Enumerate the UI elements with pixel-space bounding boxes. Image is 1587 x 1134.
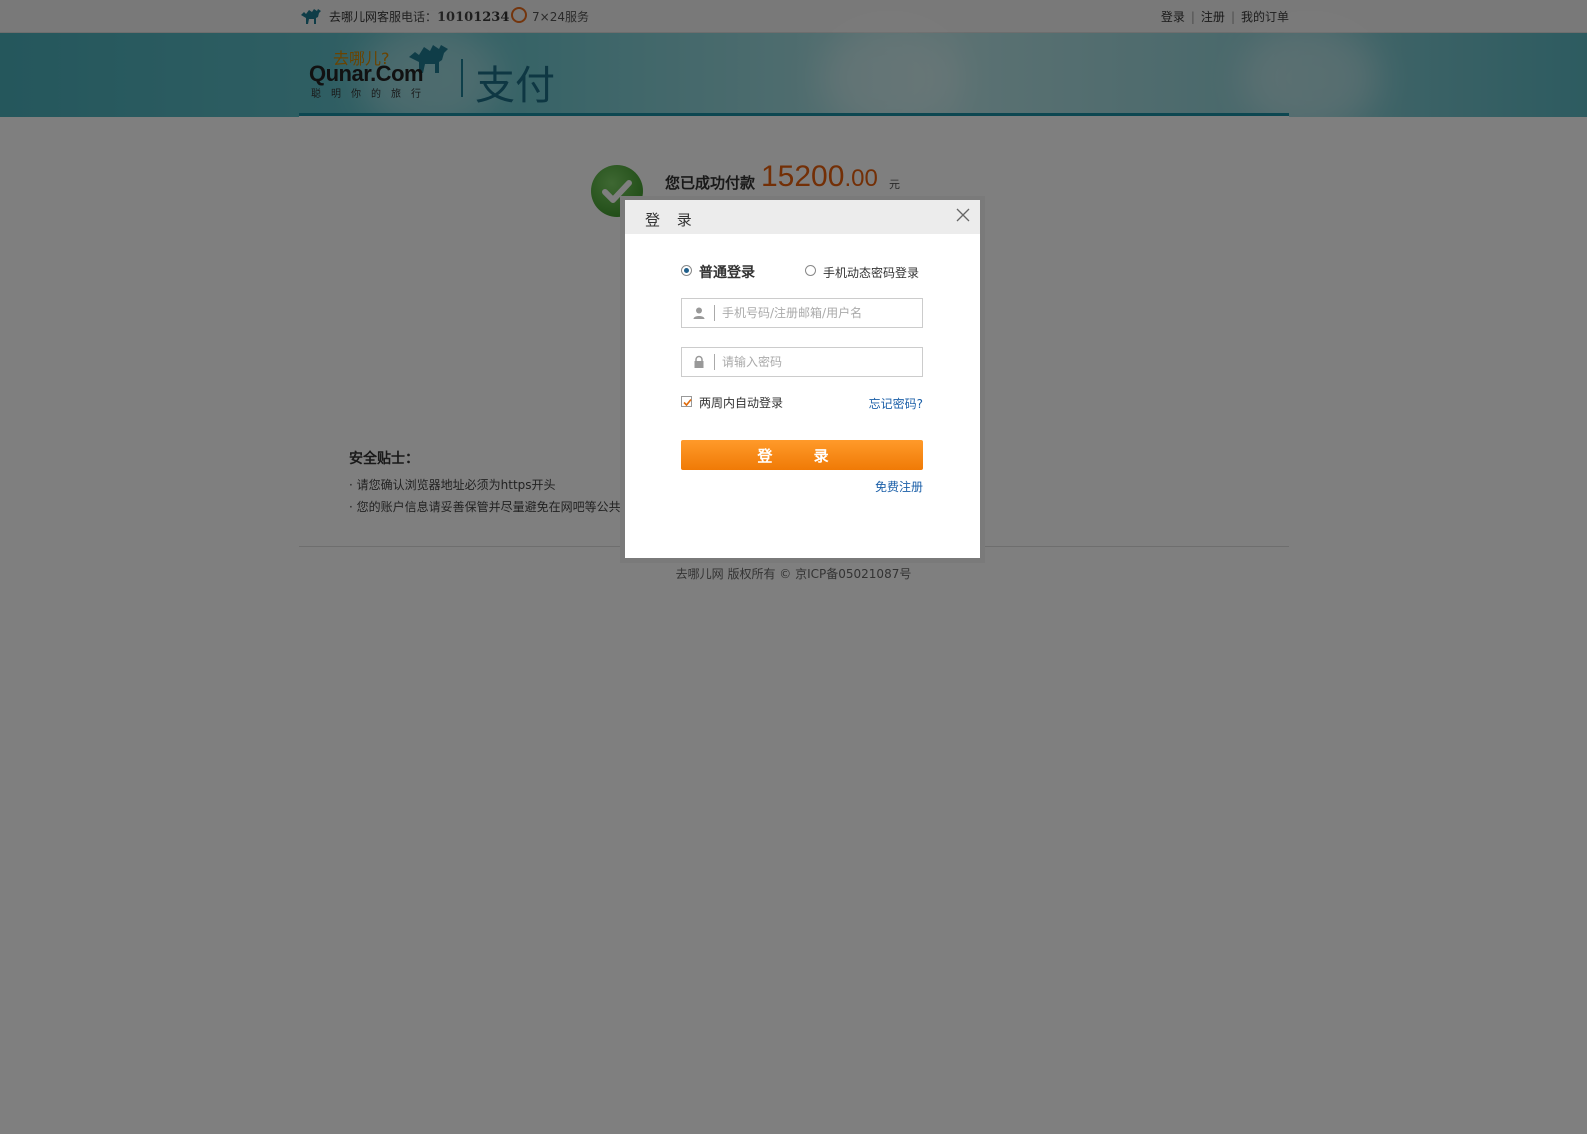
login-mode-tabs: 普通登录 手机动态密码登录	[681, 262, 921, 282]
modal-overlay	[0, 0, 1587, 1134]
username-field	[681, 298, 923, 328]
username-input[interactable]	[722, 302, 912, 324]
password-field	[681, 347, 923, 377]
password-input[interactable]	[722, 351, 912, 373]
radio-normal-login[interactable]	[681, 265, 692, 276]
close-icon[interactable]	[956, 208, 970, 222]
forgot-password-link[interactable]: 忘记密码?	[869, 395, 923, 412]
radio-phone-login[interactable]	[805, 265, 816, 276]
remember-me-label[interactable]: 两周内自动登录	[699, 394, 783, 411]
login-dialog: 登 录 普通登录 手机动态密码登录 两周内自动登录 忘记密码? 登 录 免费注册	[625, 200, 980, 558]
remember-me-checkbox[interactable]	[681, 396, 692, 407]
field-divider	[714, 305, 715, 321]
lock-icon	[694, 355, 704, 368]
dialog-header: 登 录	[625, 200, 980, 234]
dialog-title: 登 录	[645, 211, 698, 229]
login-button[interactable]: 登 录	[681, 440, 923, 470]
field-divider	[714, 354, 715, 370]
user-icon	[693, 307, 705, 319]
tab-phone-login[interactable]: 手机动态密码登录	[823, 264, 919, 281]
free-register-link[interactable]: 免费注册	[875, 478, 923, 495]
tab-normal-login[interactable]: 普通登录	[699, 262, 755, 282]
